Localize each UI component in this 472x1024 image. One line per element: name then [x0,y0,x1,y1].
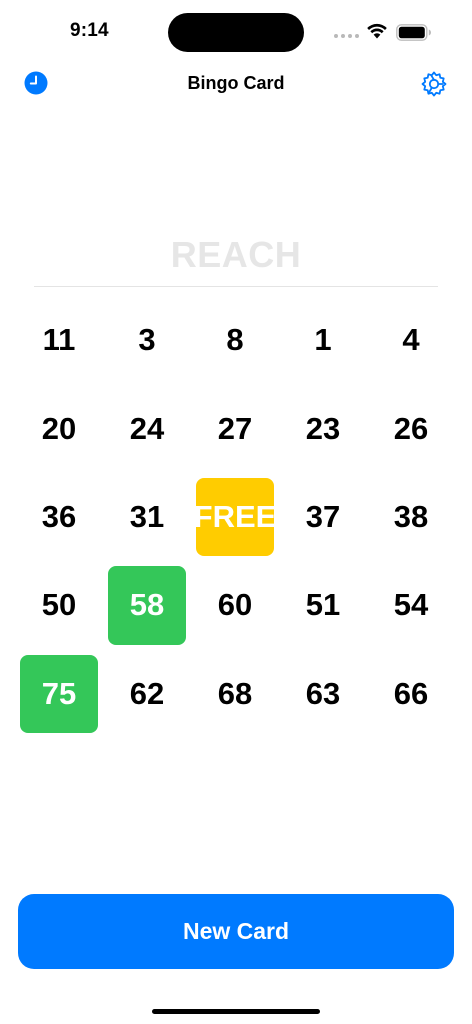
bingo-cell[interactable]: 62 [103,650,191,738]
bingo-cell[interactable]: 27 [191,384,279,472]
bingo-cell-number: 26 [393,410,429,446]
bingo-cell-number: 58 [129,587,165,623]
bingo-cell[interactable]: 20 [15,384,103,472]
bingo-cell-number: 4 [402,322,420,358]
bingo-cell[interactable]: 31 [103,473,191,561]
dynamic-island [168,13,304,52]
bingo-cell-number: 60 [217,587,253,623]
cellular-signal-icon [334,34,359,38]
status-time: 9:14 [70,20,109,41]
bingo-cell-number: 75 [41,675,77,711]
bingo-cell[interactable]: 66 [367,650,455,738]
bingo-cell[interactable]: 11 [15,296,103,384]
bingo-cell-number: 54 [393,587,429,623]
bingo-cell[interactable]: 63 [279,650,367,738]
bingo-cell[interactable]: 60 [191,561,279,649]
bingo-cell[interactable]: 36 [15,473,103,561]
bingo-cell-number: 27 [217,410,253,446]
bingo-cell-number: 37 [305,498,341,534]
bingo-cell[interactable]: 24 [103,384,191,472]
wifi-icon [367,23,387,39]
bingo-cell-number: 24 [129,410,165,446]
bingo-cell[interactable]: 3 [103,296,191,384]
bingo-cell-number: 38 [393,498,429,534]
bingo-cell[interactable]: 8 [191,296,279,384]
new-card-button[interactable]: New Card [18,894,454,969]
navigation-bar: Bingo Card [0,62,472,106]
bingo-cell-number: 63 [305,675,341,711]
bingo-cell-number: FREE [193,498,277,534]
bingo-cell[interactable]: 37 [279,473,367,561]
bingo-cell[interactable]: 51 [279,561,367,649]
home-indicator[interactable] [152,1009,320,1014]
bingo-cell-number: 1 [314,322,332,358]
page-title: Bingo Card [187,73,285,93]
bingo-cell-number: 31 [129,498,165,534]
bingo-cell-number: 3 [138,322,156,358]
bingo-cell[interactable]: 23 [279,384,367,472]
settings-gear-icon[interactable] [420,70,448,98]
bingo-cell[interactable]: 68 [191,650,279,738]
divider [34,286,438,287]
bingo-cell-number: 51 [305,587,341,623]
bingo-cell-number: 8 [226,322,244,358]
bingo-cell-number: 20 [41,410,77,446]
bingo-cell[interactable]: 54 [367,561,455,649]
bingo-cell[interactable]: 75 [15,650,103,738]
bingo-cell[interactable]: 1 [279,296,367,384]
bingo-card-grid: 11 3 8 1 4 20 24 27 23 26 36 31 FREE 37 38 50 58 60 51 54 75… [15,296,455,738]
battery-icon [396,24,431,41]
status-bar: 9:14 [0,0,472,60]
bingo-cell-number: 23 [305,410,341,446]
bingo-cell-number: 68 [217,675,253,711]
bingo-cell[interactable]: 4 [367,296,455,384]
bingo-cell[interactable]: 26 [367,384,455,472]
bingo-cell[interactable]: 38 [367,473,455,561]
bingo-cell-number: 50 [41,587,77,623]
bingo-cell[interactable]: 58 [103,561,191,649]
reach-status-label: REACH [170,234,302,275]
bingo-cell-number: 36 [41,498,77,534]
bingo-cell-free[interactable]: FREE [191,473,279,561]
bingo-cell-number: 11 [42,322,76,358]
bingo-cell-number: 62 [129,675,165,711]
bingo-cell[interactable]: 50 [15,561,103,649]
bingo-cell-number: 66 [393,675,429,711]
